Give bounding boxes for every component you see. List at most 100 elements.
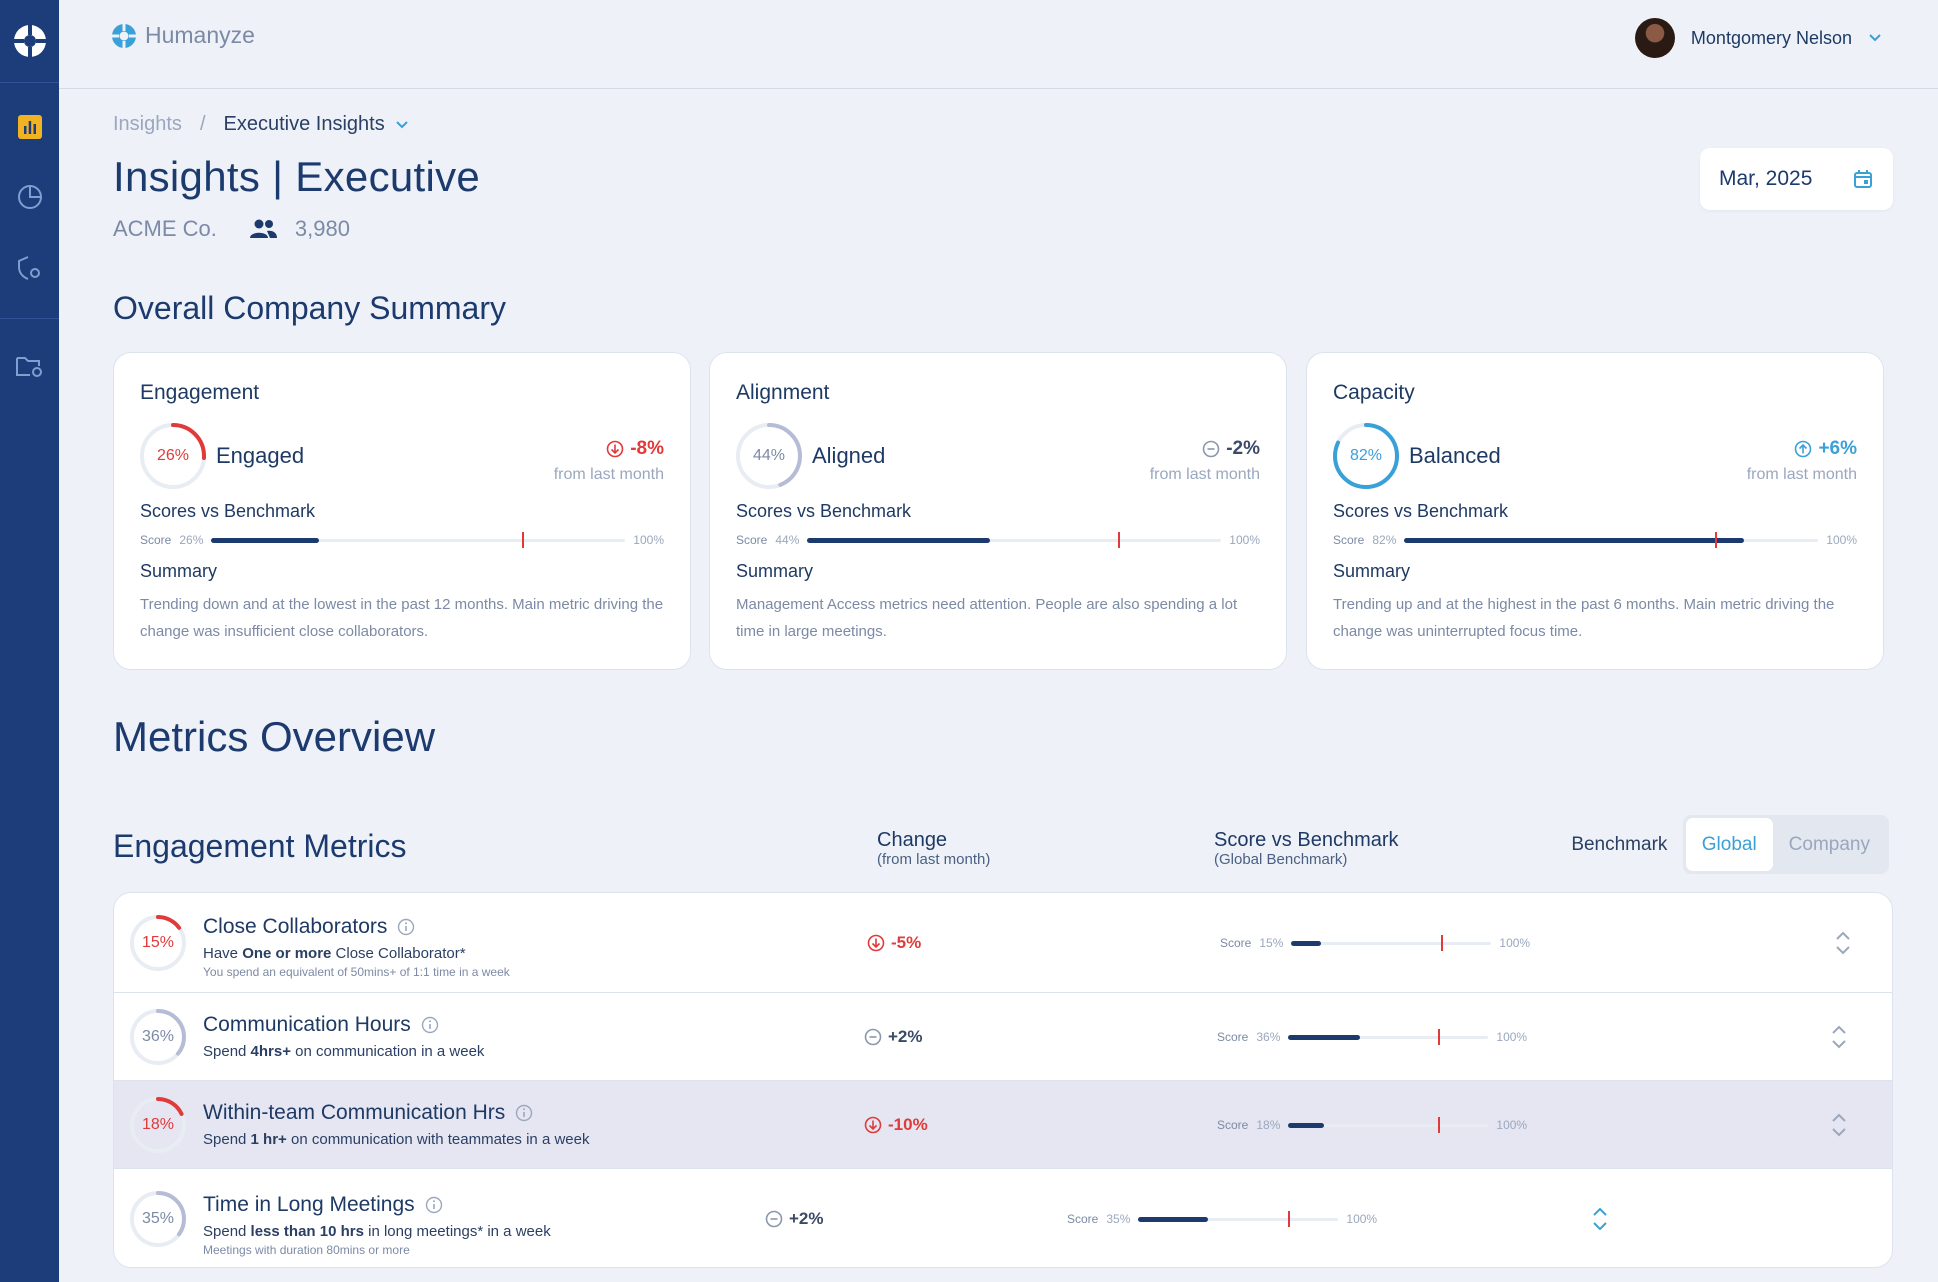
calendar-icon[interactable]: [1853, 169, 1873, 189]
summary-label: Summary: [736, 561, 814, 581]
bar-pct: 26%: [179, 533, 204, 547]
card-status: Engaged: [216, 443, 305, 468]
breadcrumb-root[interactable]: Insights: [113, 113, 182, 136]
score-bar: Score 82% 100%: [1333, 531, 1857, 548]
benchmark-marker: [521, 531, 524, 548]
metric-row[interactable]: 18% Within-team Communication Hrs Spend …: [114, 1081, 1892, 1169]
top-bar: Humanyze Montgomery Nelson: [59, 0, 1938, 89]
brand-name: Humanyze: [145, 22, 255, 48]
metrics-table: 15% Close Collaborators Have One or more…: [113, 892, 1893, 1268]
bar-chart-icon[interactable]: [0, 107, 59, 147]
engagement-metrics-title: Engagement Metrics: [113, 828, 407, 864]
pie-chart-icon[interactable]: [0, 177, 59, 217]
metric-name: Communication Hours: [203, 1013, 439, 1037]
benchmark-label: Benchmark: [1571, 833, 1668, 855]
metric-change: -10%: [864, 1115, 928, 1135]
bar-pct: 15%: [1259, 936, 1284, 950]
chevron-down-icon[interactable]: [395, 120, 409, 130]
summary-label: Summary: [1333, 561, 1411, 581]
summary-card-capacity[interactable]: Capacity 82% Balanced +6% from last mont…: [1306, 352, 1884, 670]
benchmark-toggle: Benchmark Global Company: [1556, 815, 1889, 874]
bar-track: [1138, 1210, 1339, 1227]
bar-track: [1404, 531, 1819, 548]
shield-gear-icon[interactable]: [0, 248, 59, 288]
metric-row[interactable]: 36% Communication Hours Spend 4hrs+ on c…: [114, 993, 1892, 1081]
metric-description: Spend 1 hr+ on communication with teamma…: [203, 1131, 589, 1148]
expand-row-icon[interactable]: [1828, 1022, 1850, 1052]
summary-card-engagement[interactable]: Engagement 26% Engaged -8% from last mon…: [113, 352, 691, 670]
metric-row[interactable]: 35% Time in Long Meetings Spend less tha…: [114, 1169, 1892, 1267]
info-icon[interactable]: [421, 1016, 439, 1034]
metric-desc-bold: One or more: [242, 945, 332, 962]
metric-score-bar: Score 36% 100%: [1217, 1028, 1528, 1045]
metric-desc-post: in long meetings* in a week: [363, 1223, 551, 1240]
metric-description: Have One or more Close Collaborator*: [203, 945, 466, 962]
sidebar: [0, 0, 59, 1282]
metric-row[interactable]: 15% Close Collaborators Have One or more…: [114, 893, 1892, 993]
change-sub: from last month: [1746, 466, 1857, 483]
bar-label: Score: [1333, 533, 1365, 547]
benchmark-marker: [1288, 1210, 1291, 1227]
change-sub: from last month: [1149, 466, 1260, 483]
bar-track: [1288, 1116, 1489, 1133]
avatar[interactable]: [1634, 18, 1675, 58]
breadcrumb-separator: /: [199, 113, 206, 135]
expand-row-icon[interactable]: [1828, 1110, 1850, 1140]
bar-fill: [1138, 1216, 1209, 1222]
info-icon[interactable]: [425, 1196, 443, 1214]
date-picker[interactable]: Mar, 2025: [1700, 148, 1893, 210]
change-sub: from last month: [553, 466, 664, 483]
benchmark-marker: [1438, 1028, 1441, 1045]
people-count: 3,980: [294, 216, 350, 241]
bar-end: 100%: [1346, 1212, 1378, 1226]
bar-label: Score: [736, 533, 768, 547]
user-name: Montgomery Nelson: [1690, 27, 1852, 48]
change-column-sub: (from last month): [877, 851, 991, 868]
card-title: Engagement: [140, 381, 260, 404]
breadcrumb-current[interactable]: Executive Insights: [224, 113, 409, 136]
bar-label: Score: [1220, 936, 1252, 950]
metric-desc-bold: 1 hr+: [250, 1131, 287, 1148]
change-value: -2%: [1226, 438, 1260, 459]
bar-label: Score: [1217, 1118, 1249, 1132]
folder-gear-icon[interactable]: [0, 346, 59, 386]
benchmark-company-button[interactable]: Company: [1773, 818, 1886, 871]
bar-label: Score: [140, 533, 172, 547]
benchmark-global-button[interactable]: Global: [1685, 818, 1773, 871]
info-icon[interactable]: [515, 1104, 533, 1122]
minus-circle-icon: [1202, 440, 1220, 458]
metric-change-value: +2%: [789, 1209, 824, 1228]
humanyze-brand-icon: [112, 23, 136, 48]
brand[interactable]: Humanyze: [111, 22, 255, 49]
minus-circle-icon: [864, 1028, 882, 1046]
metric-score-value: 18%: [141, 1116, 175, 1133]
people-icon: [249, 219, 277, 238]
user-menu[interactable]: Montgomery Nelson: [1634, 18, 1882, 58]
card-title: Capacity: [1333, 381, 1415, 404]
change-column-label: Change: [877, 829, 948, 851]
bar-track: [807, 531, 1222, 548]
metric-change-value: +2%: [888, 1027, 923, 1046]
metric-desc-post: on communication in a week: [291, 1043, 485, 1060]
expand-row-icon[interactable]: [1589, 1204, 1611, 1234]
chevron-down-icon[interactable]: [1868, 33, 1882, 43]
app-logo[interactable]: [0, 0, 59, 83]
summary-card-alignment[interactable]: Alignment 44% Aligned -2% from last mont…: [709, 352, 1287, 670]
bar-track: [1291, 934, 1492, 951]
info-icon[interactable]: [397, 918, 415, 936]
bar-track: [211, 531, 626, 548]
expand-row-icon[interactable]: [1832, 928, 1854, 958]
metric-description: Spend less than 10 hrs in long meetings*…: [203, 1223, 551, 1240]
summary-text: Trending down and at the lowest in the p…: [140, 596, 664, 640]
metric-name: Within-team Communication Hrs: [203, 1101, 533, 1125]
metric-change-value: -5%: [891, 933, 922, 952]
card-status: Balanced: [1409, 443, 1501, 468]
bar-end: 100%: [1496, 1118, 1528, 1132]
metric-name-label: Time in Long Meetings: [203, 1193, 415, 1216]
company-name: ACME Co.: [113, 216, 217, 241]
bar-end: 100%: [1496, 1030, 1528, 1044]
summary-text: Management Access metrics need attention…: [736, 596, 1238, 640]
bar-pct: 35%: [1106, 1212, 1131, 1226]
change-indicator: -2% from last month: [1150, 438, 1260, 484]
score-value: 44%: [752, 447, 786, 464]
